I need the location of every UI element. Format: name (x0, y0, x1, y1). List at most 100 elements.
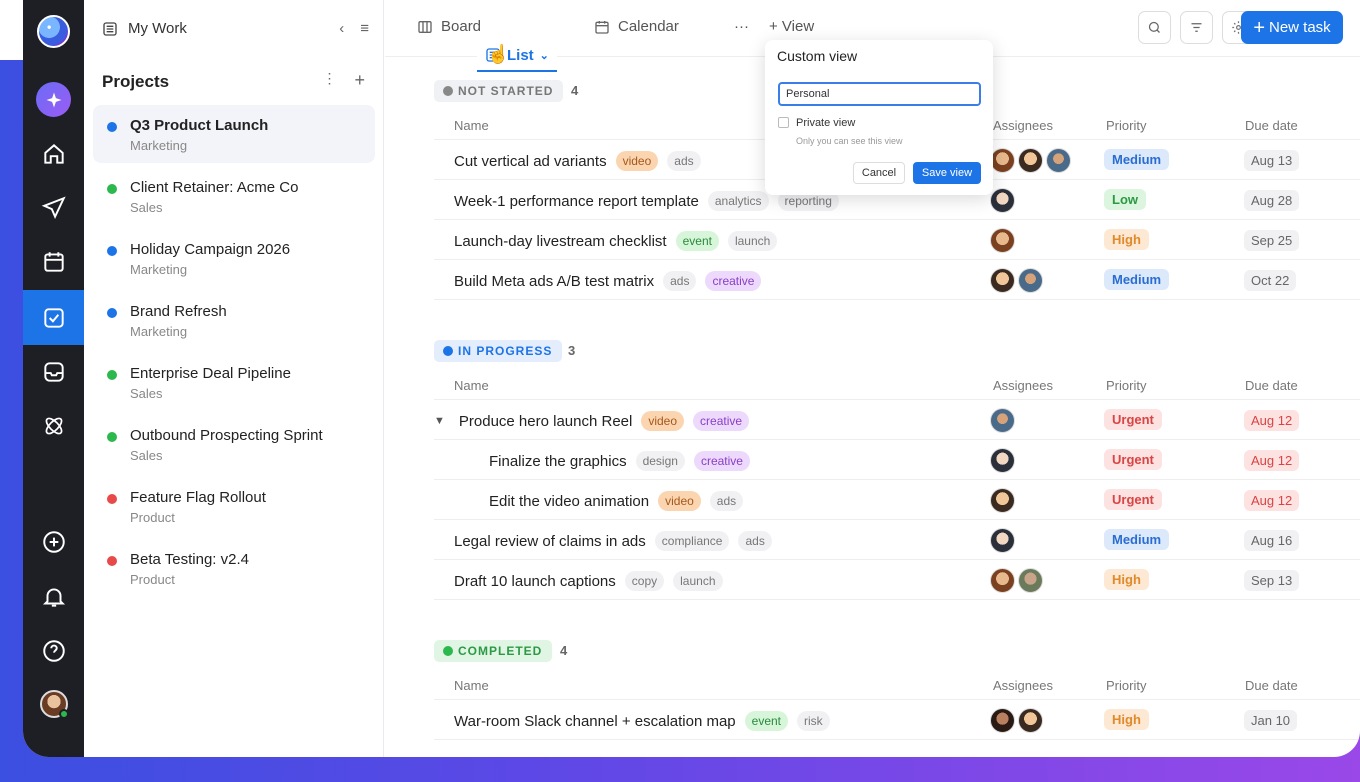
task-name[interactable]: Finalize the graphics (489, 453, 627, 470)
project-item[interactable]: Feature Flag Rollout Product (93, 477, 375, 535)
tag-chip[interactable]: ads (709, 491, 744, 511)
due-date-badge[interactable]: Aug 16 (1244, 530, 1300, 551)
task-name[interactable]: Cut vertical ad variants (454, 153, 607, 170)
project-item[interactable]: Brand Refresh Marketing (93, 291, 375, 349)
task-name[interactable]: Produce hero launch Reel (459, 413, 632, 430)
assignee-avatar[interactable] (990, 488, 1015, 513)
section-badge-in-progress[interactable]: IN PROGRESS (434, 340, 563, 362)
add-view-button[interactable]: + View (769, 18, 814, 35)
tag-chip[interactable]: design (635, 451, 685, 471)
filter-icon[interactable]: ≡ (360, 20, 369, 37)
help-icon[interactable] (35, 632, 72, 669)
calendar-icon[interactable] (35, 243, 72, 280)
view-name-input[interactable]: Personal (778, 82, 981, 106)
project-item[interactable]: Holiday Campaign 2026 Marketing (93, 229, 375, 287)
more-vertical-icon[interactable]: ⋮ (322, 70, 336, 91)
search-button[interactable] (1138, 11, 1171, 44)
assignee-avatar[interactable] (990, 268, 1015, 293)
priority-badge[interactable]: Urgent (1104, 449, 1162, 470)
user-avatar[interactable] (40, 690, 69, 719)
app-logo[interactable] (37, 15, 70, 48)
priority-badge[interactable]: Medium (1104, 269, 1170, 290)
tag-chip[interactable]: video (641, 411, 685, 431)
assignee-avatar[interactable] (990, 148, 1015, 173)
table-row[interactable]: Finalize the graphics design creative Urge… (434, 440, 1360, 480)
assignee-avatar[interactable] (990, 568, 1015, 593)
add-project-icon[interactable]: + (354, 70, 365, 91)
tag-chip[interactable]: copy (624, 571, 665, 591)
tag-chip[interactable]: compliance (654, 531, 730, 551)
integrations-atom-icon[interactable] (35, 407, 72, 444)
collapse-caret-icon[interactable]: ▼ (434, 415, 445, 427)
tasks-checkbox-icon[interactable] (35, 299, 72, 336)
collapse-chevron-icon[interactable]: ‹ (339, 20, 344, 37)
tag-chip[interactable]: launch (727, 231, 778, 251)
due-date-badge[interactable]: Aug 28 (1244, 190, 1300, 211)
task-name[interactable]: Launch-day livestream checklist (454, 233, 667, 250)
priority-badge[interactable]: Urgent (1104, 489, 1162, 510)
tag-chip[interactable]: event (675, 231, 719, 251)
tag-chip[interactable]: event (744, 711, 789, 731)
table-row[interactable]: War-room Slack channel + escalation map e… (434, 700, 1360, 740)
assignee-avatar[interactable] (1018, 708, 1043, 733)
new-task-button[interactable]: + New task (1241, 11, 1343, 44)
due-date-badge[interactable]: Sep 25 (1244, 230, 1300, 251)
tab-calendar[interactable]: Calendar (594, 18, 679, 35)
due-date-badge[interactable]: Sep 13 (1244, 570, 1300, 591)
project-item[interactable]: Enterprise Deal Pipeline Sales (93, 353, 375, 411)
table-row[interactable]: Launch-day livestream checklist event laun… (434, 220, 1360, 260)
tag-chip[interactable]: ads (663, 271, 697, 291)
assignee-avatar[interactable] (990, 708, 1015, 733)
project-item[interactable]: Q3 Product Launch Marketing (93, 105, 375, 163)
assignee-avatar[interactable] (990, 228, 1015, 253)
cancel-button[interactable]: Cancel (853, 162, 905, 184)
inbox-icon[interactable] (35, 353, 72, 390)
priority-badge[interactable]: Low (1104, 189, 1146, 210)
project-item[interactable]: Client Retainer: Acme Co Sales (93, 167, 375, 225)
priority-badge[interactable]: High (1104, 709, 1149, 730)
task-name[interactable]: War-room Slack channel + escalation map (454, 713, 736, 730)
project-item[interactable]: Outbound Prospecting Sprint Sales (93, 415, 375, 473)
assignee-avatar[interactable] (990, 448, 1015, 473)
due-date-badge[interactable]: Aug 12 (1244, 450, 1300, 471)
priority-badge[interactable]: Medium (1104, 529, 1170, 550)
tag-chip[interactable]: creative (693, 451, 750, 471)
add-circle-icon[interactable] (35, 523, 72, 560)
table-row[interactable]: ▼ Produce hero launch Reel video creative U… (434, 400, 1360, 440)
assignee-avatar[interactable] (1018, 568, 1043, 593)
task-name[interactable]: Edit the video animation (489, 493, 649, 510)
task-name[interactable]: Legal review of claims in ads (454, 533, 646, 550)
more-tabs-button[interactable]: ··· (734, 18, 749, 35)
tag-chip[interactable]: creative (705, 271, 762, 291)
due-date-badge[interactable]: Jan 10 (1244, 710, 1298, 731)
due-date-badge[interactable]: Oct 22 (1244, 270, 1297, 291)
table-row[interactable]: Build Meta ads A/B test matrix ads creativ… (434, 260, 1360, 300)
tag-chip[interactable]: analytics (707, 191, 769, 211)
table-row[interactable]: Draft 10 launch captions copy launch High … (434, 560, 1360, 600)
private-view-checkbox[interactable] (778, 117, 789, 128)
priority-badge[interactable]: Medium (1104, 149, 1170, 170)
task-name[interactable]: Week-1 performance report template (454, 193, 699, 210)
assignee-avatar[interactable] (990, 528, 1015, 553)
assignee-avatar[interactable] (1018, 268, 1043, 293)
due-date-badge[interactable]: Aug 13 (1244, 150, 1300, 171)
tag-chip[interactable]: risk (797, 711, 830, 731)
tag-chip[interactable]: video (615, 151, 659, 171)
ai-sparkle-icon[interactable] (36, 82, 71, 117)
bell-icon[interactable] (35, 578, 72, 615)
tag-chip[interactable]: launch (673, 571, 723, 591)
tab-board[interactable]: Board (417, 18, 481, 35)
send-icon[interactable] (35, 189, 72, 226)
tag-chip[interactable]: ads (738, 531, 772, 551)
assignee-avatar[interactable] (1018, 148, 1043, 173)
save-view-button[interactable]: Save view (913, 162, 981, 184)
tag-chip[interactable]: video (658, 491, 701, 511)
due-date-badge[interactable]: Aug 12 (1244, 490, 1300, 511)
assignee-avatar[interactable] (1046, 148, 1071, 173)
table-row[interactable]: Edit the video animation video ads Urgent … (434, 480, 1360, 520)
table-row[interactable]: Legal review of claims in ads compliance a… (434, 520, 1360, 560)
project-item[interactable]: Beta Testing: v2.4 Product (93, 539, 375, 597)
priority-badge[interactable]: High (1104, 569, 1149, 590)
priority-badge[interactable]: Urgent (1104, 409, 1162, 430)
my-work-header[interactable]: My Work (102, 20, 187, 37)
